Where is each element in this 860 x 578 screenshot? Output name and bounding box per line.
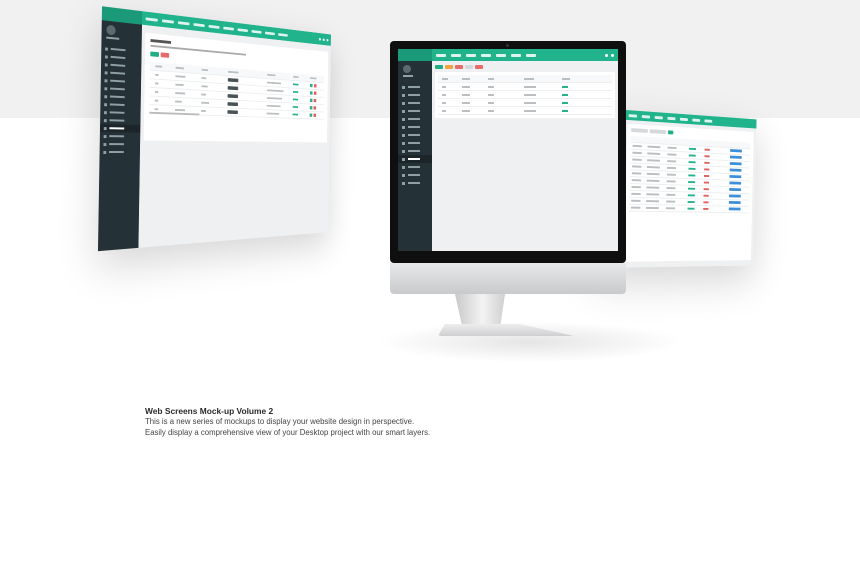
sidebar-item[interactable] <box>398 83 432 91</box>
description-line-1: This is a new series of mockups to displ… <box>145 417 415 426</box>
avatar <box>106 24 116 36</box>
nav-item[interactable] <box>436 53 446 57</box>
sidebar-item[interactable] <box>398 99 432 107</box>
data-table <box>149 61 325 120</box>
nav-item[interactable] <box>511 53 521 57</box>
nav-item[interactable] <box>193 22 205 27</box>
user-name <box>106 36 120 40</box>
top-bar <box>398 49 618 61</box>
sidebar-item[interactable] <box>398 91 432 99</box>
top-nav <box>432 53 536 57</box>
toolbar <box>435 65 483 69</box>
nav-item[interactable] <box>451 53 461 57</box>
imac-stand-neck <box>455 294 505 328</box>
brand-logo <box>398 49 432 61</box>
top-icons <box>318 37 331 42</box>
imac-chin <box>390 263 626 294</box>
content-panel <box>624 123 754 262</box>
content-panel <box>435 72 615 118</box>
nav-item[interactable] <box>223 26 234 31</box>
sidebar-item[interactable] <box>398 163 432 171</box>
bell-icon[interactable] <box>318 37 321 41</box>
delete-button[interactable] <box>455 65 463 69</box>
nav-item[interactable] <box>162 18 174 24</box>
sidebar-item[interactable] <box>398 123 432 131</box>
sidebar-menu <box>99 44 142 156</box>
sidebar-item[interactable] <box>398 147 432 155</box>
nav-item[interactable] <box>667 116 676 120</box>
nav-item[interactable] <box>481 53 491 57</box>
left-screen-stage <box>97 6 400 256</box>
sidebar-item[interactable] <box>398 171 432 179</box>
sidebar-item[interactable] <box>398 107 432 115</box>
table-row[interactable] <box>438 91 612 99</box>
nav-item[interactable] <box>265 31 275 35</box>
content-area <box>138 24 331 248</box>
export-button[interactable] <box>475 65 483 69</box>
sidebar-item[interactable] <box>398 179 432 187</box>
imac-admin-screen <box>398 49 618 251</box>
description-block: Web Screens Mock-up Volume 2 This is a n… <box>145 406 565 438</box>
nav-item[interactable] <box>237 27 248 32</box>
search-button[interactable] <box>667 130 674 135</box>
filter-bar <box>631 128 674 135</box>
nav-item[interactable] <box>679 117 688 121</box>
nav-item[interactable] <box>704 118 713 123</box>
content-area <box>432 61 618 251</box>
left-admin-screen <box>97 6 331 252</box>
mail-icon[interactable] <box>322 37 325 41</box>
nav-item[interactable] <box>208 24 220 29</box>
pagination-text <box>149 111 200 116</box>
sidebar-item[interactable] <box>100 140 140 148</box>
camera-dot <box>506 44 509 47</box>
delete-button[interactable] <box>160 52 170 58</box>
content-panel <box>143 32 329 143</box>
nav-item[interactable] <box>654 115 663 119</box>
table-header <box>438 75 612 83</box>
sidebar-menu <box>398 83 432 187</box>
table-row[interactable] <box>438 99 612 107</box>
add-button[interactable] <box>435 65 443 69</box>
sidebar-item[interactable] <box>398 139 432 147</box>
nav-item[interactable] <box>496 53 506 57</box>
avatar <box>403 65 411 73</box>
user-name <box>403 75 413 77</box>
sidebar-item[interactable] <box>100 148 140 156</box>
nav-item[interactable] <box>177 20 190 25</box>
sidebar-item[interactable] <box>398 131 432 139</box>
panel-title <box>150 39 172 44</box>
nav-item[interactable] <box>641 114 651 119</box>
nav-item[interactable] <box>526 53 536 57</box>
user-icon[interactable] <box>326 38 329 42</box>
description-title: Web Screens Mock-up Volume 2 <box>145 406 274 416</box>
nav-item[interactable] <box>251 29 262 34</box>
toolbar <box>150 51 170 58</box>
data-table <box>629 135 751 214</box>
add-button[interactable] <box>150 51 159 57</box>
nav-item[interactable] <box>145 16 158 22</box>
nav-item[interactable] <box>466 53 476 57</box>
filter-input[interactable] <box>649 129 667 135</box>
table-row[interactable] <box>438 107 612 115</box>
top-icons <box>605 53 618 57</box>
sidebar-item[interactable] <box>398 115 432 123</box>
data-table <box>438 75 612 115</box>
table-row[interactable] <box>629 204 749 214</box>
refresh-button[interactable] <box>465 65 473 69</box>
sidebar <box>398 61 432 251</box>
table-row[interactable] <box>438 83 612 91</box>
description-line-2: Easily display a comprehensive view of y… <box>145 427 431 437</box>
sidebar-item-active[interactable] <box>398 155 432 163</box>
filter-input[interactable] <box>631 128 648 133</box>
edit-button[interactable] <box>445 65 453 69</box>
nav-item[interactable] <box>278 32 288 37</box>
imac-bezel <box>390 41 626 263</box>
content-area <box>621 119 757 268</box>
bell-icon[interactable] <box>605 53 608 57</box>
nav-item[interactable] <box>692 118 701 122</box>
nav-item[interactable] <box>628 113 638 118</box>
sidebar <box>97 20 143 252</box>
user-icon[interactable] <box>611 53 614 57</box>
